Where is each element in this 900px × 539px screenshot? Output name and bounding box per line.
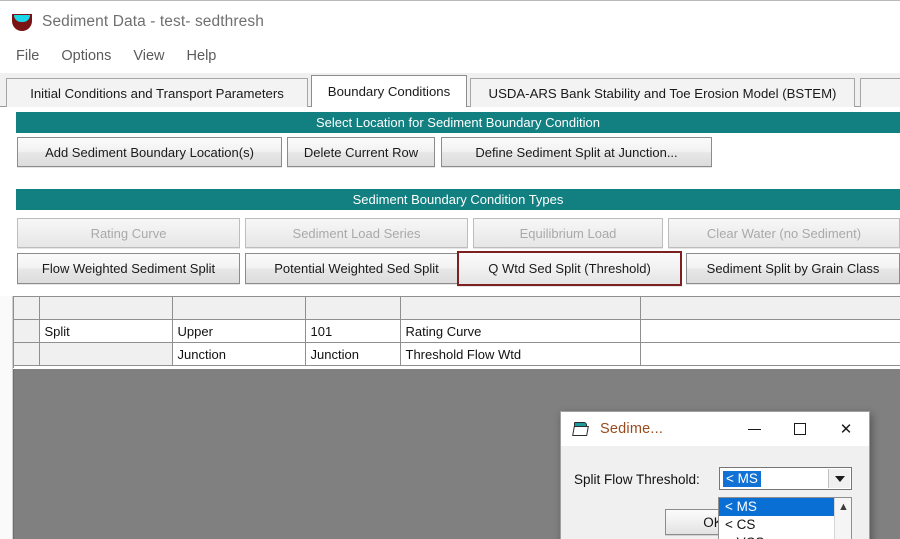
chevron-up-icon[interactable]: ▲ [835,498,851,515]
q-wtd-sed-split-threshold-button[interactable]: Q Wtd Sed Split (Threshold) [457,251,682,286]
table-cell[interactable]: Junction [172,342,306,366]
folder-window-icon [572,421,591,437]
table-cell[interactable]: Split [39,319,173,343]
table-cell[interactable]: Upper [172,319,306,343]
left-gutter [0,296,13,539]
menu-bar: File Options View Help [0,42,900,69]
dropdown-option[interactable]: < MS [719,498,834,516]
boundary-condition-grid[interactable]: Split Upper 101 Rating Curve Junction Ju… [13,296,900,368]
column-header-cell[interactable] [640,297,900,320]
close-icon[interactable]: ✕ [823,412,869,446]
table-cell[interactable] [640,319,900,343]
window-title: Sediment Data - test- sedthresh [42,12,264,30]
dropdown-scrollbar[interactable]: ▲ ▼ [834,498,851,539]
maximize-icon[interactable] [777,412,823,446]
rating-curve-button: Rating Curve [17,218,240,248]
column-header-cell[interactable] [305,297,401,320]
dropdown-option[interactable]: < VCS [719,534,834,539]
menu-item-options[interactable]: Options [50,46,122,66]
table-cell[interactable]: Rating Curve [400,319,641,343]
delete-current-row-button[interactable]: Delete Current Row [287,137,435,167]
tab-initial-conditions[interactable]: Initial Conditions and Transport Paramet… [6,78,308,107]
table-row[interactable]: Split Upper 101 Rating Curve [14,319,900,343]
menu-item-file[interactable]: File [5,46,50,66]
split-flow-threshold-label: Split Flow Threshold: [574,472,700,487]
chevron-down-icon[interactable] [828,469,850,488]
sediment-split-by-grain-class-button[interactable]: Sediment Split by Grain Class [686,253,900,284]
split-flow-threshold-combo[interactable]: < MS [719,467,852,490]
table-cell[interactable] [39,342,173,366]
dialog-title-bar[interactable]: Sedime... ✕ [561,412,869,446]
tab-overflow[interactable] [860,78,900,107]
section-header-select-location: Select Location for Sediment Boundary Co… [16,112,900,133]
column-header-cell[interactable] [172,297,306,320]
table-header-row [14,297,900,320]
column-header-cell[interactable] [400,297,641,320]
menu-item-view[interactable]: View [122,46,175,66]
row-header-cell[interactable] [14,342,40,366]
sediment-data-window: Sediment Data - test- sedthresh File Opt… [0,0,900,539]
table-row[interactable]: Junction Junction Threshold Flow Wtd [14,342,900,366]
boundary-conditions-panel: Select Location for Sediment Boundary Co… [0,107,900,539]
combo-selected-value: < MS [723,470,761,487]
define-sediment-split-at-junction-button[interactable]: Define Sediment Split at Junction... [441,137,712,167]
tab-bstem[interactable]: USDA-ARS Bank Stability and Toe Erosion … [470,78,855,107]
add-sediment-boundary-location-button[interactable]: Add Sediment Boundary Location(s) [17,137,282,167]
title-bar: Sediment Data - test- sedthresh [0,0,900,42]
tab-boundary-conditions[interactable]: Boundary Conditions [311,75,467,107]
menu-item-help[interactable]: Help [176,46,228,66]
section-header-boundary-condition-types: Sediment Boundary Condition Types [16,189,900,210]
row-header-cell[interactable] [14,319,40,343]
split-flow-threshold-dropdown[interactable]: < MS < CS < VCS < VFG < FG < MG < CG < V… [718,497,852,539]
table-cell[interactable] [640,342,900,366]
equilibrium-load-button: Equilibrium Load [473,218,663,248]
row-header-cell[interactable] [14,297,40,320]
table-cell[interactable]: Threshold Flow Wtd [400,342,641,366]
column-header-cell[interactable] [39,297,173,320]
dropdown-option-list: < MS < CS < VCS < VFG < FG < MG < CG < V… [719,498,834,539]
potential-weighted-sed-split-button[interactable]: Potential Weighted Sed Split [245,253,468,284]
clear-water-button: Clear Water (no Sediment) [668,218,900,248]
sediment-load-series-button: Sediment Load Series [245,218,468,248]
table-cell[interactable]: Junction [305,342,401,366]
dialog-title: Sedime... [600,421,664,437]
tab-strip: Initial Conditions and Transport Paramet… [0,73,900,107]
flow-weighted-sediment-split-button[interactable]: Flow Weighted Sediment Split [17,253,240,284]
table-cell[interactable]: 101 [305,319,401,343]
minimize-icon[interactable] [731,412,777,446]
dropdown-option[interactable]: < CS [719,516,834,534]
sediment-cup-icon [12,12,32,32]
